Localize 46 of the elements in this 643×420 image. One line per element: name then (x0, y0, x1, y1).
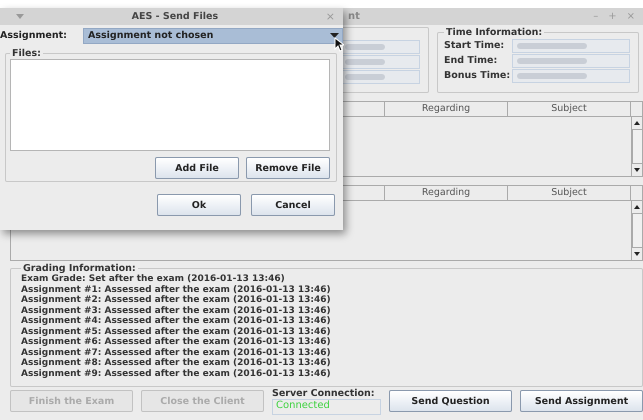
group-title: Time Information: (445, 27, 544, 38)
scroll-up-icon[interactable] (633, 120, 641, 126)
redacted-text-drawing (517, 42, 587, 50)
action-button[interactable]: Send Question (389, 390, 512, 412)
dialog-button[interactable]: Ok (157, 194, 241, 216)
grading-line: Assignment #1: Assessed after the exam (2016-01-13 13:46) (21, 284, 332, 295)
dialog-button[interactable]: Cancel (251, 194, 335, 216)
grading-line: Assignment #8: Assessed after the exam (2016-01-13 13:46) (21, 358, 332, 368)
field-label: Bonus Time: (444, 70, 512, 81)
redacted-text-drawing (345, 58, 385, 66)
redacted-text-drawing (345, 43, 385, 51)
grading-line: Assignment #7: Assessed after the exam (2016-01-13 13:46) (21, 348, 332, 358)
column-header[interactable]: Subject (507, 102, 630, 116)
assignment-dropdown[interactable]: Assignment not chosen (83, 28, 343, 44)
grading-line: Assignment #6: Assessed after the exam (2016-01-13 13:46) (21, 337, 332, 348)
grading-line: Assignment #3: Assessed after the exam (2016-01-13 13:46) (21, 306, 332, 316)
file-button[interactable]: Remove File (246, 157, 330, 179)
column-header[interactable]: Regarding (384, 186, 507, 200)
column-header[interactable]: Regarding (384, 102, 507, 116)
server-connection-label: Server Connection: (272, 388, 376, 399)
dropdown-arrow-icon[interactable] (330, 32, 339, 38)
action-button[interactable]: Send Assignment (520, 390, 643, 412)
group-title: Grading Information: (22, 263, 137, 274)
window-title: nt (348, 11, 361, 22)
grading-line: Assignment #2: Assessed after the exam (2016-01-13 13:46) (21, 295, 332, 306)
file-button[interactable]: Add File (155, 157, 239, 179)
scrollbar[interactable] (631, 201, 642, 260)
scroll-down-icon[interactable] (633, 251, 641, 257)
assignment-label: Assignment: (0, 30, 68, 41)
redacted-text-drawing (345, 73, 385, 81)
redacted-text-drawing (517, 72, 587, 80)
field-label: End Time: (444, 55, 498, 66)
dialog-title: AES - Send Files (130, 11, 220, 22)
scroll-up-icon[interactable] (633, 204, 641, 210)
group-title: Files: (11, 48, 42, 59)
grading-line: Assignment #9: Assessed after the exam (2016-01-13 13:46) (21, 368, 332, 379)
scrollbar[interactable] (631, 117, 642, 176)
column-header[interactable]: Subject (507, 186, 630, 200)
grading-line: Assignment #5: Assessed after the exam (2016-01-13 13:46) (21, 326, 332, 337)
grading-line: Exam Grade: Set after the exam (2016-01-13 13:46) (21, 274, 286, 284)
grading-line: Assignment #4: Assessed after the exam (2016-01-13 13:46) (21, 316, 332, 326)
scroll-down-icon[interactable] (633, 167, 641, 173)
mouse-cursor-icon (334, 37, 344, 52)
field-label: Start Time: (444, 40, 506, 51)
redacted-text-drawing (517, 56, 587, 64)
connection-status-field: Connected (272, 399, 381, 415)
